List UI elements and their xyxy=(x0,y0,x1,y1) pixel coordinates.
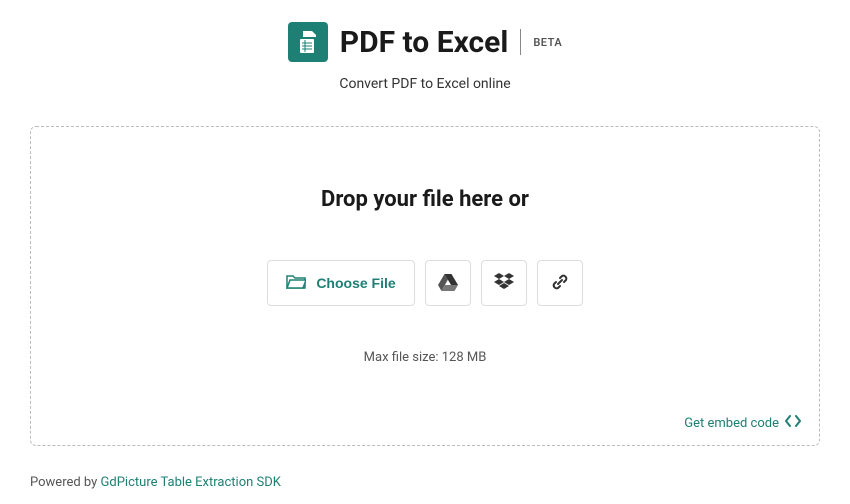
choose-file-label: Choose File xyxy=(316,275,395,291)
logo-row: PDF to Excel BETA xyxy=(0,22,850,62)
beta-badge: BETA xyxy=(533,36,562,49)
powered-by-link[interactable]: GdPicture Table Extraction SDK xyxy=(101,475,281,490)
dropbox-button[interactable] xyxy=(481,260,527,306)
header: PDF to Excel BETA Convert PDF to Excel o… xyxy=(0,0,850,110)
google-drive-button[interactable] xyxy=(425,260,471,306)
google-drive-icon xyxy=(438,273,458,294)
link-icon xyxy=(550,272,570,295)
max-file-size: Max file size: 128 MB xyxy=(51,350,799,365)
choose-file-button[interactable]: Choose File xyxy=(267,260,414,306)
dropbox-icon xyxy=(494,273,514,294)
folder-icon xyxy=(286,274,306,293)
max-size-value: 128 MB xyxy=(442,350,487,365)
get-embed-code-link[interactable]: Get embed code xyxy=(684,415,801,431)
powered-by-prefix: Powered by xyxy=(30,475,101,490)
embed-link-label: Get embed code xyxy=(684,416,779,431)
code-icon xyxy=(785,415,801,431)
footer: Powered by GdPicture Table Extraction SD… xyxy=(30,475,281,490)
page-title: PDF to Excel xyxy=(340,25,509,60)
beta-divider xyxy=(520,29,521,55)
subtitle: Convert PDF to Excel online xyxy=(0,76,850,92)
url-link-button[interactable] xyxy=(537,260,583,306)
pdf-excel-logo-icon xyxy=(288,22,328,62)
dropzone[interactable]: Drop your file here or Choose File xyxy=(30,126,820,446)
drop-title: Drop your file here or xyxy=(51,187,799,212)
max-size-prefix: Max file size: xyxy=(364,350,442,365)
upload-button-row: Choose File xyxy=(51,260,799,306)
